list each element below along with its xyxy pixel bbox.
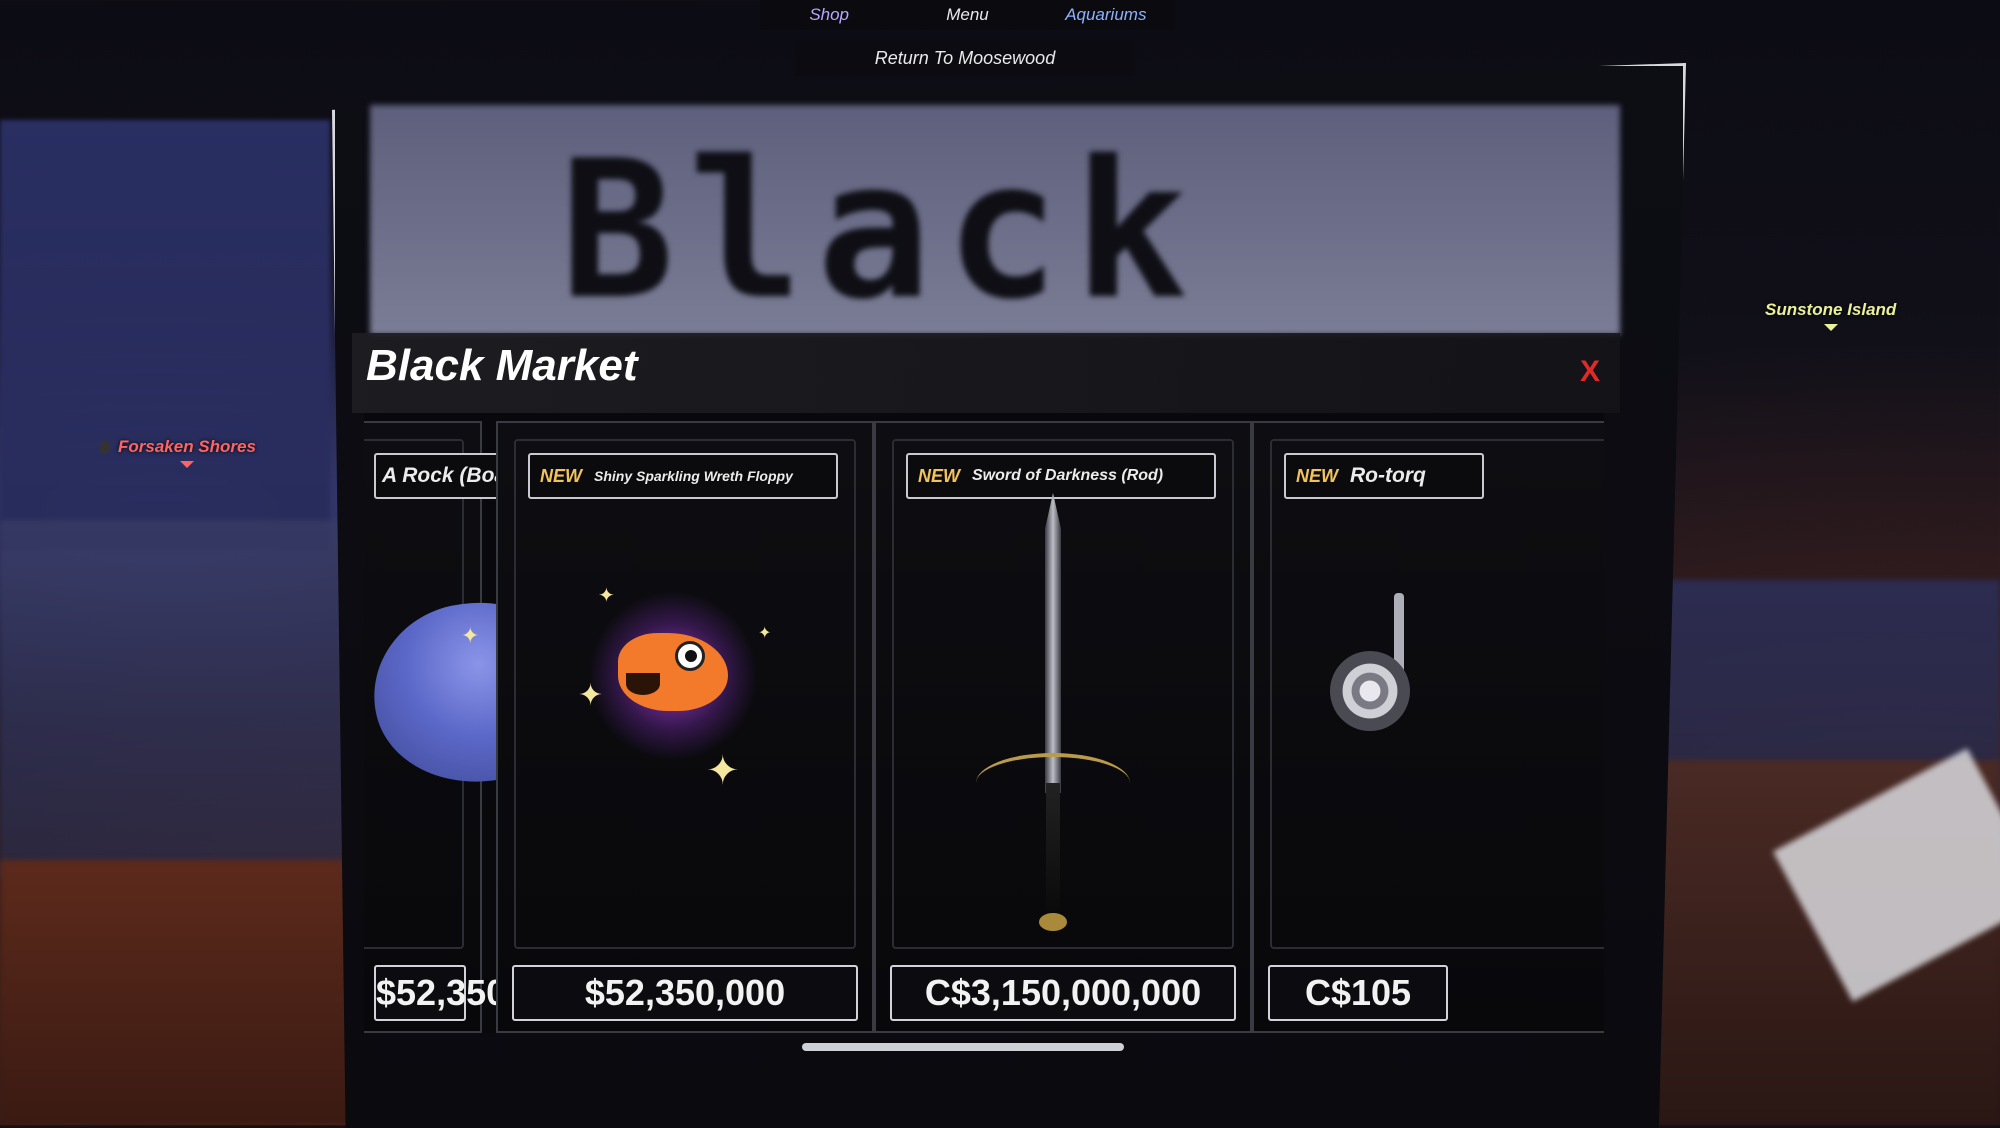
item-card-sword[interactable]: NEW Sword of Darkness (Rod) C$3,150,000,… (874, 421, 1252, 1033)
sparkle-icon: ✦ (578, 679, 604, 712)
item-name: Ro-torq (1350, 464, 1426, 487)
new-badge: NEW (540, 465, 582, 486)
item-card-rock[interactable]: A Rock (Boat) ✦ $52,350,000 (364, 421, 644, 1033)
tab-aquariums[interactable]: Aquariums (1037, 0, 1175, 30)
item-price: $52,350,000 (374, 965, 576, 1021)
item-name-box: NEW Ro-torq (1284, 453, 1484, 499)
sparkle-icon: ✦ (598, 585, 615, 607)
fish-mouth (626, 673, 660, 695)
panel-header: Black Market X (352, 333, 1620, 413)
new-badge: NEW (918, 465, 960, 486)
sparkle-icon: ✦ (461, 623, 480, 648)
new-badge: NEW (1296, 465, 1338, 486)
world-label-forsaken: Forsaken Shores (118, 437, 256, 468)
world-label-sunstone: Sunstone Island (1765, 300, 1896, 331)
fish-pupil (685, 650, 697, 662)
tab-menu[interactable]: Menu (898, 0, 1036, 30)
sparkle-icon: ✦ (758, 625, 772, 642)
chevron-down-icon (179, 461, 194, 468)
item-name-box: NEW Sword of Darkness (Rod) (906, 453, 1216, 499)
item-name: Sword of Darkness (Rod) (972, 467, 1164, 484)
item-carousel[interactable]: A Rock (Boat) ✦ $52,350,000 NEW Shiny Sp… (364, 413, 1604, 1033)
item-card-rotorq[interactable]: NEW Ro-torq C$105 (1252, 421, 1604, 1033)
scene-floor-left (0, 520, 350, 880)
black-market-panel: Black Market X A Rock (Boat) ✦ $52,350,0… (352, 333, 1620, 1063)
sword-hilt (1046, 783, 1060, 913)
world-label-sunstone-text: Sunstone Island (1765, 300, 1897, 319)
close-icon[interactable]: X (1580, 355, 1600, 389)
wheel-icon (1330, 651, 1410, 731)
top-nav: Shop Menu Aquariums (760, 0, 1175, 30)
signboard-text: Black (560, 120, 1202, 341)
item-price: C$105 (1268, 965, 1448, 1021)
sparkle-icon: ✦ (706, 749, 740, 793)
item-name-box: NEW Shiny Sparkling Wreth Floppy (528, 453, 838, 499)
card-frame (892, 439, 1234, 949)
scene-wall-left (0, 120, 330, 550)
return-button[interactable]: Return To Moosewood (795, 40, 1135, 76)
item-card-fish[interactable]: NEW Shiny Sparkling Wreth Floppy ✦ ✦ ✦ ✦… (496, 421, 874, 1033)
item-price: $52,350,000 (512, 965, 858, 1021)
sword-pommel (1039, 913, 1067, 931)
carousel-scrollbar[interactable] (802, 1043, 1124, 1051)
item-price: C$3,150,000,000 (890, 965, 1236, 1021)
card-frame (1270, 439, 1604, 949)
panel-title: Black Market (366, 341, 638, 390)
pin-icon (100, 440, 110, 454)
world-label-forsaken-text: Forsaken Shores (118, 437, 256, 456)
tab-shop[interactable]: Shop (760, 0, 898, 30)
chevron-down-icon (1823, 324, 1838, 331)
sword-icon (1045, 493, 1061, 793)
item-name: Shiny Sparkling Wreth Floppy (594, 467, 793, 484)
